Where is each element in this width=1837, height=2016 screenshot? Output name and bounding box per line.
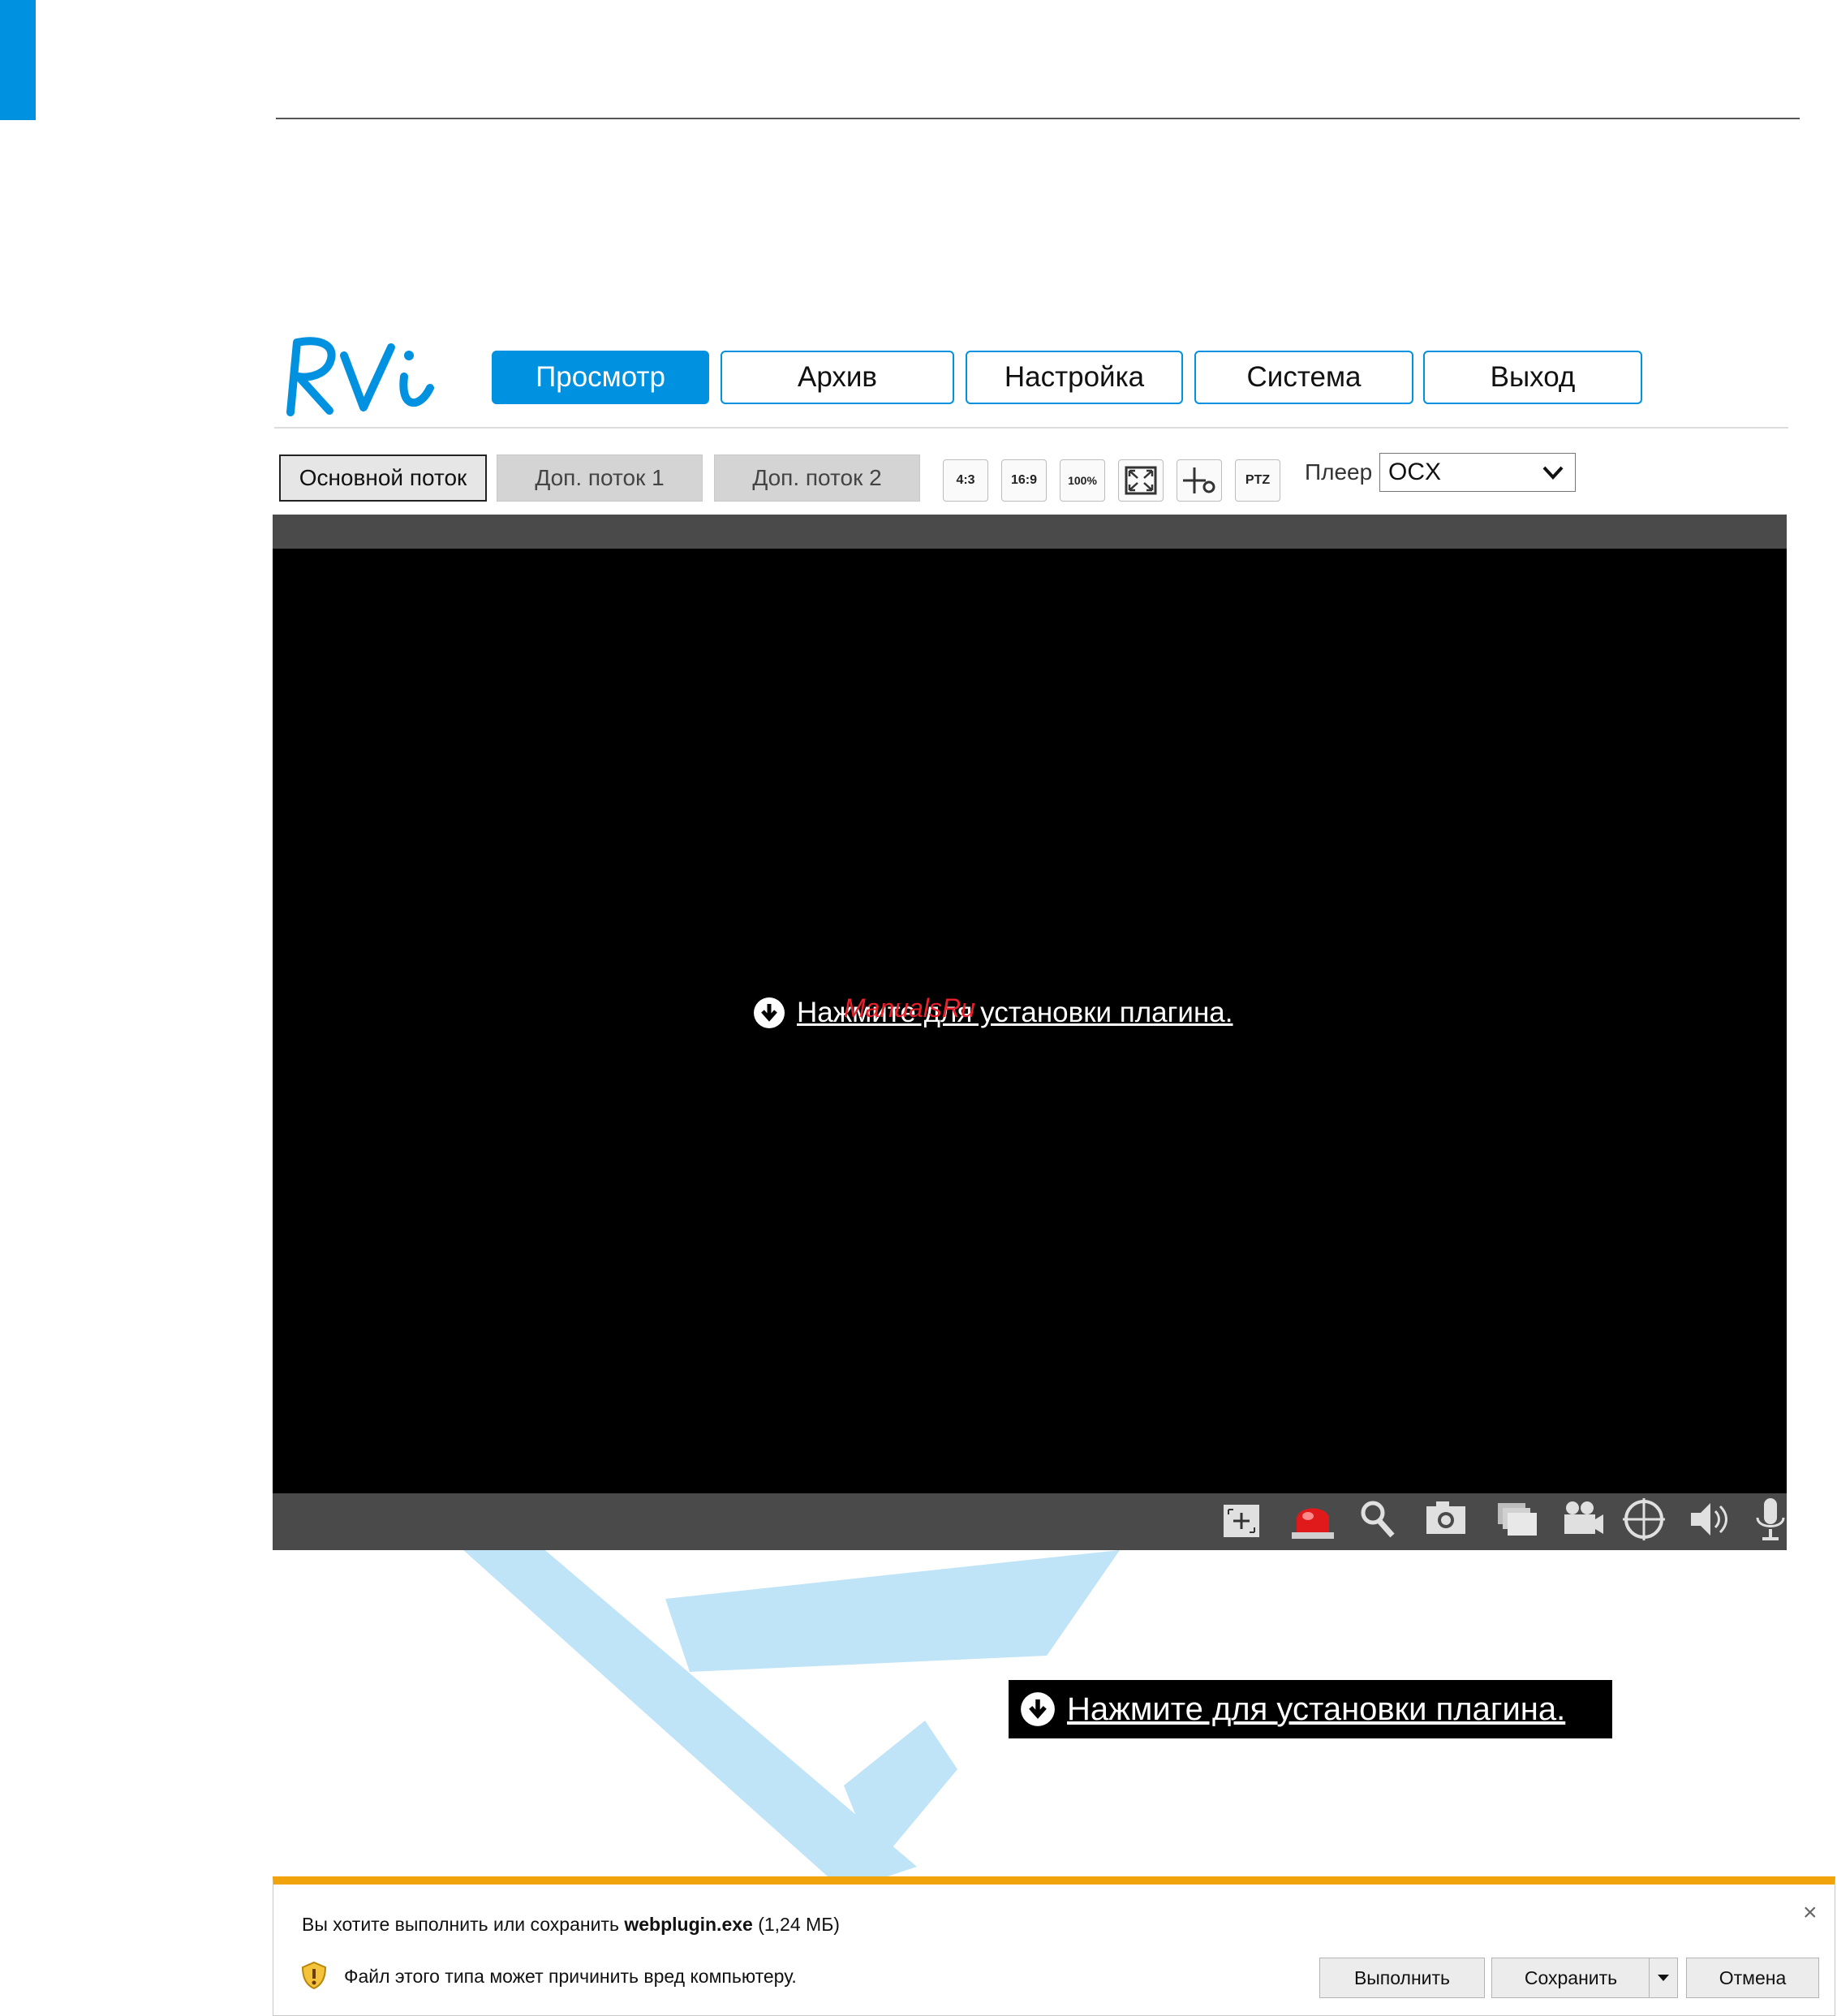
player-label: Плеер xyxy=(1305,459,1373,485)
save-options-dropdown[interactable] xyxy=(1649,1958,1678,1998)
install-plugin-link-sample[interactable]: Нажмите для установки плагина. xyxy=(1009,1680,1612,1738)
download-file-size: (1,24 МБ) xyxy=(752,1914,840,1935)
close-icon[interactable]: × xyxy=(1803,1899,1818,1927)
nav-settings[interactable]: Настройка xyxy=(966,351,1183,404)
header-divider xyxy=(276,118,1800,119)
download-file-name: webplugin.exe xyxy=(624,1914,753,1935)
install-plugin-link[interactable]: Нажмите для установки плагина. xyxy=(753,992,1233,1034)
aspect-4-3-button[interactable]: 4:3 xyxy=(943,459,988,502)
nav-logout[interactable]: Выход xyxy=(1423,351,1642,404)
snapshot-camera-icon[interactable] xyxy=(1422,1495,1470,1544)
multi-window-icon[interactable] xyxy=(1493,1495,1542,1544)
save-button[interactable]: Сохранить xyxy=(1491,1958,1650,1998)
player-select[interactable]: OCX xyxy=(1379,453,1576,492)
fullscreen-icon xyxy=(1125,466,1157,495)
chevron-down-icon xyxy=(1658,1975,1669,1981)
download-icon xyxy=(1021,1692,1055,1726)
aspect-16-9-button[interactable]: 16:9 xyxy=(1001,459,1047,502)
substream-1-button[interactable]: Доп. поток 1 xyxy=(497,454,703,502)
cancel-button[interactable]: Отмена xyxy=(1686,1958,1819,1998)
search-icon[interactable] xyxy=(1353,1495,1402,1544)
install-plugin-sample-text[interactable]: Нажмите для установки плагина. xyxy=(1067,1691,1565,1728)
rvi-logo xyxy=(286,337,434,416)
region-zoom-icon[interactable] xyxy=(1217,1495,1266,1544)
fullscreen-button[interactable] xyxy=(1118,459,1164,502)
download-warning-text: Файл этого типа может причинить вред ком… xyxy=(344,1966,797,1987)
zoom-100-button[interactable]: 100% xyxy=(1060,459,1105,502)
speaker-icon[interactable] xyxy=(1686,1495,1735,1544)
warning-shield-icon xyxy=(301,1961,327,1990)
video-header-bar xyxy=(273,515,1787,549)
side-tab-marker xyxy=(0,0,36,120)
nav-divider xyxy=(274,427,1788,429)
nav-archive[interactable]: Архив xyxy=(721,351,954,404)
run-button[interactable]: Выполнить xyxy=(1319,1958,1485,1998)
player-select-value: OCX xyxy=(1388,459,1442,485)
download-icon xyxy=(754,997,785,1028)
red-watermark-text: ManualsRu xyxy=(844,993,975,1023)
record-video-icon[interactable] xyxy=(1558,1495,1607,1544)
digital-zoom-button[interactable] xyxy=(1177,459,1222,502)
microphone-icon[interactable] xyxy=(1746,1495,1795,1544)
crosshair-zoom-icon xyxy=(1183,467,1215,493)
target-crosshair-icon[interactable] xyxy=(1620,1495,1668,1544)
ptz-button[interactable]: PTZ xyxy=(1235,459,1280,502)
main-stream-button[interactable]: Основной поток xyxy=(279,454,487,502)
substream-2-button[interactable]: Доп. поток 2 xyxy=(714,454,920,502)
download-question: Вы хотите выполнить или сохранить webplu… xyxy=(302,1914,840,1935)
chevron-down-icon xyxy=(1542,466,1564,480)
alarm-siren-icon[interactable] xyxy=(1288,1495,1337,1544)
nav-system[interactable]: Система xyxy=(1194,351,1413,404)
nav-live-view[interactable]: Просмотр xyxy=(492,351,709,404)
